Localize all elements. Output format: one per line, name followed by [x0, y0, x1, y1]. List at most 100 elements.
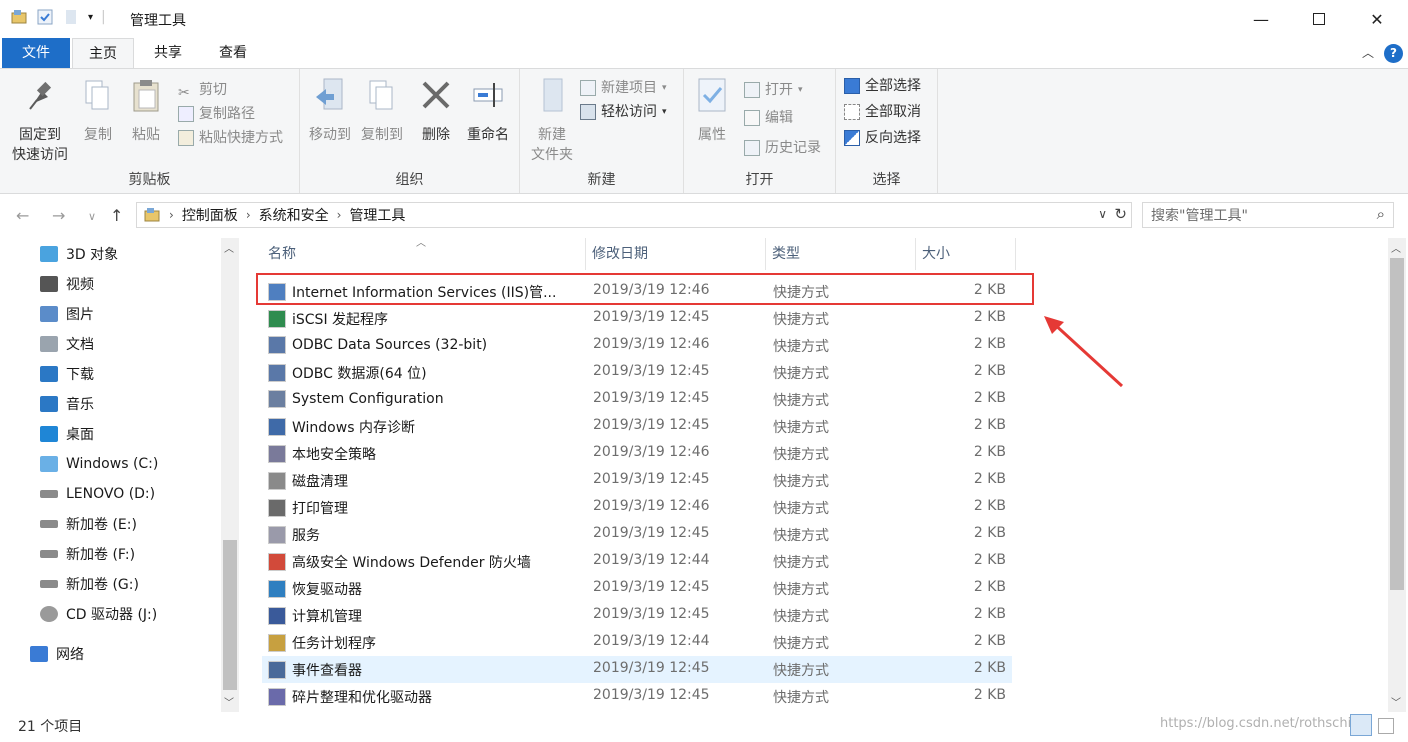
- file-row[interactable]: ODBC Data Sources (32-bit) 2019/3/19 12:4…: [262, 332, 1012, 359]
- column-header-size[interactable]: 大小: [916, 238, 1016, 270]
- cut-button[interactable]: ✂ 剪切: [178, 79, 227, 101]
- tab-home[interactable]: 主页: [72, 38, 134, 68]
- sidebar-item-label: Windows (C:): [66, 456, 159, 472]
- minimize-icon[interactable]: —: [1238, 0, 1284, 38]
- search-box[interactable]: 搜索"管理工具" ⌕: [1142, 202, 1394, 228]
- invert-selection-button[interactable]: 反向选择: [844, 127, 921, 149]
- sidebar-item[interactable]: 新加卷 (E:): [40, 512, 137, 536]
- file-row[interactable]: ODBC 数据源(64 位) 2019/3/19 12:45 快捷方式 2 KB: [262, 359, 1012, 386]
- refresh-icon[interactable]: ↻: [1114, 205, 1127, 223]
- sidebar-scroll-down-icon[interactable]: ﹀: [224, 694, 234, 709]
- file-row[interactable]: System Configuration 2019/3/19 12:45 快捷方式 2…: [262, 386, 1012, 413]
- paste-shortcut-button[interactable]: 粘贴快捷方式: [178, 127, 283, 149]
- file-row[interactable]: 任务计划程序 2019/3/19 12:44 快捷方式 2 KB: [262, 629, 1012, 656]
- highlight-box: [256, 273, 1034, 305]
- new-item-button[interactable]: 新建项目 ▾: [580, 77, 667, 99]
- breadcrumb-system-security[interactable]: 系统和安全: [259, 205, 329, 225]
- shortcut-icon: [268, 499, 286, 517]
- history-button[interactable]: 历史记录: [744, 137, 821, 159]
- file-row[interactable]: 计算机管理 2019/3/19 12:45 快捷方式 2 KB: [262, 602, 1012, 629]
- file-row[interactable]: 服务 2019/3/19 12:45 快捷方式 2 KB: [262, 521, 1012, 548]
- file-row[interactable]: 恢复驱动器 2019/3/19 12:45 快捷方式 2 KB: [262, 575, 1012, 602]
- help-icon[interactable]: ?: [1384, 44, 1403, 63]
- file-row[interactable]: Windows 内存诊断 2019/3/19 12:45 快捷方式 2 KB: [262, 413, 1012, 440]
- sidebar-item[interactable]: 下载: [40, 362, 94, 386]
- sidebar-item[interactable]: LENOVO (D:): [40, 482, 155, 506]
- breadcrumb-separator-icon[interactable]: ›: [169, 208, 174, 222]
- pin-quick-access-button[interactable]: 固定到 快速访问: [8, 77, 72, 165]
- delete-button[interactable]: 删除: [414, 77, 458, 145]
- sidebar-item[interactable]: Windows (C:): [40, 452, 158, 476]
- select-group: 全部选择 全部取消 反向选择 选择: [836, 69, 938, 193]
- file-date: 2019/3/19 12:45: [593, 471, 710, 487]
- tab-share[interactable]: 共享: [140, 38, 196, 68]
- search-icon[interactable]: ⌕: [1377, 205, 1385, 223]
- edit-button[interactable]: 编辑: [744, 107, 793, 129]
- edit-icon: [744, 110, 760, 126]
- sidebar-item[interactable]: 新加卷 (G:): [40, 572, 139, 596]
- sidebar-scroll-up-icon[interactable]: ︿: [224, 240, 234, 255]
- forward-arrow-icon[interactable]: →: [52, 206, 65, 225]
- file-type: 快捷方式: [773, 474, 829, 490]
- list-scroll-down-icon[interactable]: ﹀: [1391, 694, 1401, 709]
- sidebar-item-label: 新加卷 (E:): [66, 517, 137, 533]
- select-all-button[interactable]: 全部选择: [844, 75, 921, 97]
- breadcrumb-separator-icon[interactable]: ›: [337, 208, 342, 222]
- close-icon[interactable]: ✕: [1354, 0, 1400, 38]
- large-icons-view-icon[interactable]: [1378, 718, 1394, 734]
- paste-button[interactable]: 粘贴: [124, 77, 168, 145]
- file-row[interactable]: iSCSI 发起程序 2019/3/19 12:45 快捷方式 2 KB: [262, 305, 1012, 332]
- collapse-ribbon-icon[interactable]: ︿: [1362, 44, 1374, 61]
- sidebar-item[interactable]: 网络: [30, 642, 84, 666]
- new-folder-button[interactable]: 新建 文件夹: [526, 77, 578, 165]
- sidebar-item[interactable]: 文档: [40, 332, 94, 356]
- copy-path-button[interactable]: 复制路径: [178, 103, 255, 125]
- column-header-date[interactable]: 修改日期: [586, 238, 766, 270]
- file-row[interactable]: 磁盘清理 2019/3/19 12:45 快捷方式 2 KB: [262, 467, 1012, 494]
- properties-check-icon[interactable]: [36, 8, 54, 26]
- properties-button[interactable]: 属性: [690, 77, 734, 145]
- qat-dropdown-icon[interactable]: ▾: [88, 12, 93, 23]
- sidebar-item[interactable]: 音乐: [40, 392, 94, 416]
- back-arrow-icon[interactable]: ←: [16, 206, 29, 225]
- sidebar-item[interactable]: 3D 对象: [40, 242, 118, 266]
- sidebar-item[interactable]: 新加卷 (F:): [40, 542, 135, 566]
- address-dropdown-icon[interactable]: ∨: [1098, 207, 1107, 221]
- copy-path-icon: [178, 106, 194, 122]
- file-row[interactable]: 碎片整理和优化驱动器 2019/3/19 12:45 快捷方式 2 KB: [262, 683, 1012, 710]
- breadcrumb-control-panel[interactable]: 控制面板: [182, 205, 238, 225]
- easy-access-button[interactable]: 轻松访问 ▾: [580, 101, 667, 123]
- title-bar: ▾ | 管理工具 — ✕: [0, 0, 1408, 38]
- column-header-type[interactable]: 类型: [766, 238, 916, 270]
- up-arrow-icon[interactable]: ↑: [110, 206, 123, 225]
- file-row[interactable]: 本地安全策略 2019/3/19 12:46 快捷方式 2 KB: [262, 440, 1012, 467]
- details-view-icon[interactable]: [1350, 714, 1372, 736]
- recent-locations-chevron-icon[interactable]: ∨: [88, 210, 96, 223]
- file-date: 2019/3/19 12:45: [593, 525, 710, 541]
- maximize-icon[interactable]: [1296, 0, 1342, 38]
- new-folder-qat-icon[interactable]: [62, 8, 80, 26]
- address-bar[interactable]: › 控制面板 › 系统和安全 › 管理工具 ∨ ↻: [136, 202, 1132, 228]
- explorer-app-icon[interactable]: [10, 8, 28, 26]
- tab-view[interactable]: 查看: [204, 38, 262, 68]
- sidebar-item[interactable]: 图片: [40, 302, 94, 326]
- open-button[interactable]: 打开 ▾: [744, 79, 803, 101]
- move-to-button[interactable]: 移动到: [304, 77, 356, 145]
- file-row[interactable]: 打印管理 2019/3/19 12:46 快捷方式 2 KB: [262, 494, 1012, 521]
- sidebar-item-label: 视频: [66, 277, 94, 293]
- select-none-button[interactable]: 全部取消: [844, 101, 921, 123]
- file-row[interactable]: 事件查看器 2019/3/19 12:45 快捷方式 2 KB: [262, 656, 1012, 683]
- copy-to-button[interactable]: 复制到: [356, 77, 408, 145]
- navigation-pane-scroll-thumb[interactable]: [223, 540, 237, 690]
- copy-button[interactable]: 复制: [76, 77, 120, 145]
- file-list-scroll-thumb[interactable]: [1390, 258, 1404, 590]
- tab-file[interactable]: 文件: [2, 38, 70, 68]
- list-scroll-up-icon[interactable]: ︿: [1391, 240, 1401, 255]
- sidebar-item[interactable]: 视频: [40, 272, 94, 296]
- rename-button[interactable]: 重命名: [462, 77, 514, 145]
- breadcrumb-admin-tools[interactable]: 管理工具: [349, 205, 405, 225]
- file-row[interactable]: 高级安全 Windows Defender 防火墙 2019/3/19 12:44…: [262, 548, 1012, 575]
- breadcrumb-separator-icon[interactable]: ›: [246, 208, 251, 222]
- sidebar-item[interactable]: 桌面: [40, 422, 94, 446]
- sidebar-item[interactable]: CD 驱动器 (J:): [40, 602, 157, 626]
